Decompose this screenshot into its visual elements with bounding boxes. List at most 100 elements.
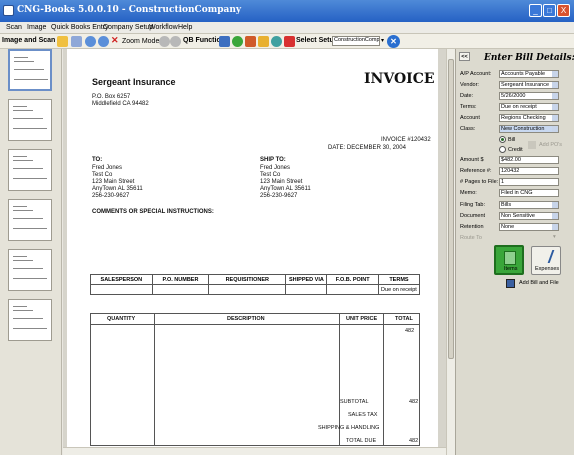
items-header: TOTAL [395,316,413,322]
table-header: TERMS [377,274,421,285]
thumbnail-sidebar [0,49,62,455]
pages-label: # Pages to File: [460,179,499,185]
invoice-title: INVOICE [364,71,435,87]
route-to-label: Route To [460,235,482,241]
ship-to-line: 123 Main Street [260,179,303,185]
money-icon[interactable] [232,36,243,47]
menu-help[interactable]: Help [178,24,192,31]
toolbar: Image and Scan ✕ Zoom Mode ▾ QB Function… [0,34,574,49]
qb-grid-icon[interactable] [219,36,230,47]
page-thumbnail[interactable] [8,249,52,291]
items-button-label: Items [504,266,518,272]
table-cell: Due on receipt [377,284,421,295]
filing-tab-select[interactable]: Bills [499,201,559,209]
items-icon [504,251,516,265]
pages-field[interactable]: 1 [499,178,559,186]
zoom-out-icon[interactable] [170,36,181,47]
ship-to-line: Test Co [260,172,281,178]
table-header: P.O. NUMBER [151,274,210,285]
reference-field[interactable]: 120432 [499,167,559,175]
comments-label: COMMENTS OR SPECIAL INSTRUCTIONS: [92,209,214,215]
terms-select[interactable]: Due on receipt [499,103,559,111]
bill-radio-label: Bill [508,137,516,143]
folder-icon[interactable] [57,36,68,47]
zoom-in-icon[interactable] [159,36,170,47]
amount-label: Amount $ [460,157,484,163]
memo-field[interactable]: Filed in CNG [499,189,559,197]
bill-icon[interactable] [245,36,256,47]
invoice-number: INVOICE #120432 [381,137,431,143]
table-cell [326,284,379,295]
add-bill-icon[interactable] [506,279,515,288]
amount-field[interactable]: $482.00 [499,156,559,164]
ship-to-line: AnyTown AL 35611 [260,186,311,192]
deposit-icon[interactable] [271,36,282,47]
add-pos-icon [528,141,536,149]
menu-quick-books-entry[interactable]: Quick Books Entry [51,24,109,31]
date-field[interactable]: 5/26/2000 [499,92,559,100]
check-icon[interactable] [258,36,269,47]
table-header: SHIPPED VIA [285,274,328,285]
rotate-left-icon[interactable] [85,36,96,47]
menu-image[interactable]: Image [27,24,46,31]
credit-radio-label: Credit [508,147,523,153]
credit-radio[interactable] [499,146,506,153]
items-header: UNIT PRICE [346,316,378,322]
scroll-thumb[interactable] [448,59,454,359]
page-thumbnail[interactable] [8,49,52,91]
invoice-date: DATE: DECEMBER 30, 2004 [328,145,406,151]
account-select[interactable]: Regions Checking [499,114,559,122]
shipping-label: SHIPPING & HANDLING [318,425,380,431]
minimize-button[interactable]: _ [529,4,542,17]
company-select[interactable]: ConstructionCompar [332,36,380,46]
scan-icon[interactable] [71,36,82,47]
items-header: QUANTITY [107,316,136,322]
ship-to-line: 256-230-9627 [260,193,298,199]
horizontal-scrollbar[interactable] [63,447,446,455]
collapse-pane-button[interactable]: << [459,52,470,61]
rotate-right-icon[interactable] [98,36,109,47]
vertical-scrollbar[interactable] [446,49,455,455]
invoice-address-line: P.O. Box 6257 [92,94,131,100]
close-setup-icon[interactable]: ✕ [387,35,400,48]
delete-icon[interactable]: ✕ [111,35,119,46]
maximize-button[interactable]: □ [543,4,556,17]
menu-workflow[interactable]: Workflow [149,24,178,31]
bill-details-pane: << Enter Bill Details: A/P Account: Acco… [455,49,574,455]
page-thumbnail[interactable] [8,149,52,191]
document-viewer[interactable]: Sergeant Insurance P.O. Box 6257 Middlef… [63,49,446,455]
table-row: Due on receipt [90,284,421,295]
page-thumbnail[interactable] [8,199,52,241]
ap-account-select[interactable]: Accounts Payable [499,70,559,78]
memo-label: Memo: [460,190,477,196]
menu-bar: Scan Image Quick Books Entry Company Set… [0,22,574,34]
title-bar: CNG-Books 5.0.0.10 - ConstructionCompany… [0,0,574,22]
class-select[interactable]: New Construction [499,125,559,133]
table-cell [285,284,328,295]
retention-label: Retention [460,224,484,230]
bill-heading: Enter Bill Details: [484,53,574,63]
flag-icon[interactable] [284,36,295,47]
close-button[interactable]: X [557,4,570,17]
retention-select[interactable]: None [499,223,559,231]
sales-tax-label: SALES TAX [348,412,378,418]
to-line: Fred Jones [92,165,123,171]
document-select[interactable]: Non Sensitive [499,212,559,220]
total-due-label: TOTAL DUE [346,438,377,444]
expenses-button-label: Expenses [535,266,560,272]
ship-to-line: Fred Jones [260,165,291,171]
to-line: Test Co [92,172,113,178]
to-line: 256-230-9627 [92,193,130,199]
add-bill-and-file-button[interactable]: Add Bill and File [519,280,559,286]
expenses-button[interactable]: Expenses [531,246,561,275]
table-header: SALESPERSON [90,274,153,285]
vendor-label: Vendor: [460,82,479,88]
page-thumbnail[interactable] [8,99,52,141]
page-thumbnail[interactable] [8,299,52,341]
to-label: TO: [92,157,103,163]
menu-scan[interactable]: Scan [6,24,22,31]
items-button[interactable]: Items [494,245,524,275]
chevron-down-icon[interactable]: ▾ [381,37,384,44]
vendor-select[interactable]: Sergeant Insurance [499,81,559,89]
menu-company-setup[interactable]: Company Setup [103,24,153,31]
